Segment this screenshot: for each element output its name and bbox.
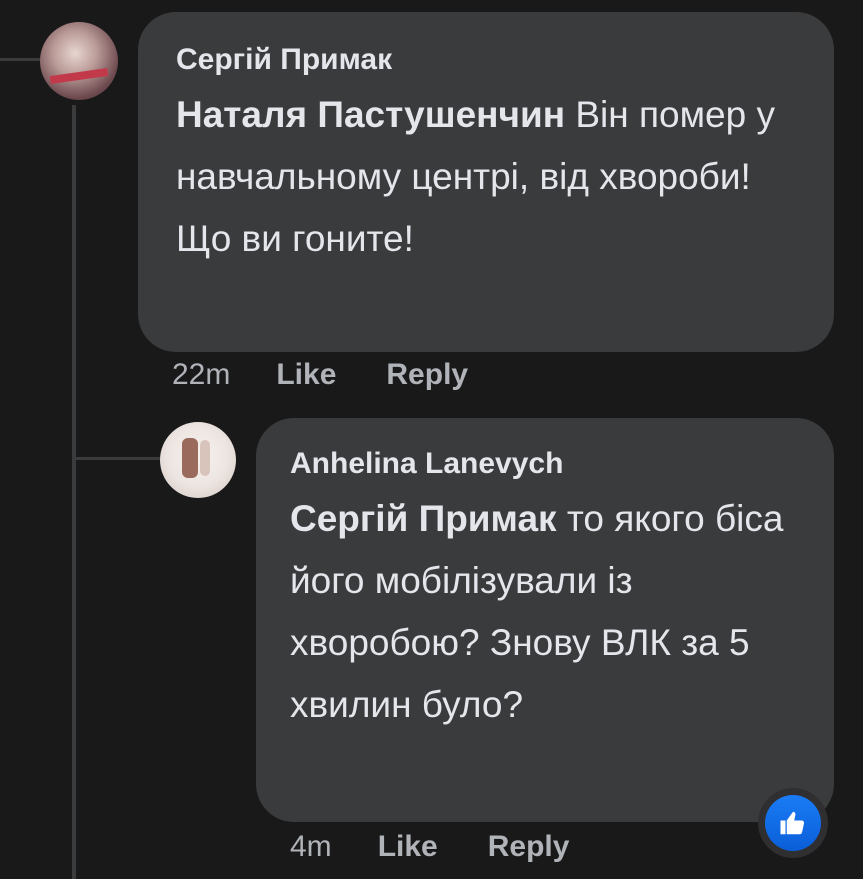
reply-connector [76,457,160,460]
comment-thread: Сергій Примак Наталя Пастушенчин Він пом… [0,0,863,879]
avatar[interactable] [40,22,118,100]
mention-link[interactable]: Наталя Пастушенчин [176,94,565,135]
reply-button[interactable]: Reply [488,830,570,864]
thumbs-up-icon [765,795,821,851]
comment-text: Наталя Пастушенчин Він помер у навчально… [176,84,796,270]
comment-actions: 4m Like Reply [290,830,619,864]
comment-text: Сергій Примак то якого біса його мобіліз… [290,488,800,736]
reply-button[interactable]: Reply [386,358,468,392]
timestamp[interactable]: 22m [172,358,230,392]
comment-author[interactable]: Сергій Примак [176,42,796,78]
comment-author[interactable]: Anhelina Lanevych [290,446,800,482]
reaction-badge[interactable] [758,788,828,858]
thread-connector [0,58,42,61]
like-button[interactable]: Like [378,830,438,864]
avatar[interactable] [160,422,236,498]
comment-actions: 22m Like Reply [172,358,518,392]
like-button[interactable]: Like [276,358,336,392]
thread-line [72,105,76,879]
mention-link[interactable]: Сергій Примак [290,498,557,539]
comment-bubble: Сергій Примак Наталя Пастушенчин Він пом… [138,12,834,352]
comment-bubble: Anhelina Lanevych Сергій Примак то якого… [256,418,834,822]
timestamp[interactable]: 4m [290,830,332,864]
